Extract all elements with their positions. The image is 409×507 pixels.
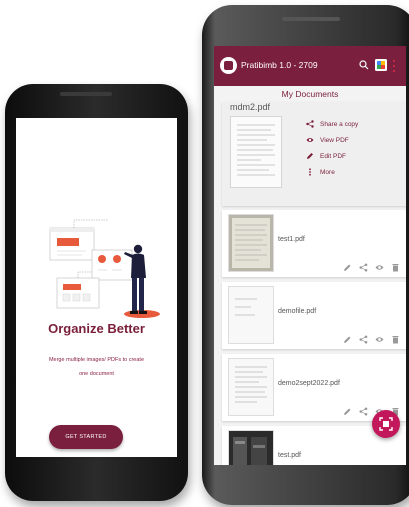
document-thumbnail[interactable]	[230, 116, 282, 188]
pencil-icon[interactable]	[343, 335, 352, 344]
pencil-icon[interactable]	[343, 263, 352, 272]
more-vertical-icon[interactable]	[392, 60, 396, 72]
document-name: demofile.pdf	[278, 308, 317, 315]
scan-document-button[interactable]	[372, 410, 400, 438]
eye-icon[interactable]	[375, 335, 384, 344]
menu-label: View PDF	[320, 136, 349, 144]
menu-label: More	[320, 168, 335, 176]
subtitle-line-2: one document	[79, 371, 114, 377]
pencil-icon	[307, 153, 313, 159]
right-phone: Pratibimb 1.0 - 2709 My Documents mdm2.p…	[202, 5, 409, 505]
expanded-document-card[interactable]: mdm2.pdf Share a copy View PDF Edit PDF …	[222, 102, 406, 206]
document-thumbnail[interactable]	[228, 358, 274, 416]
share-icon[interactable]	[359, 407, 368, 416]
section-title: My Documents	[281, 89, 339, 99]
onboarding-subtitle: Merge multiple images/ PDFs to create on…	[30, 353, 163, 381]
subtitle-line-1: Merge multiple images/ PDFs to create	[48, 357, 145, 363]
trash-icon[interactable]	[391, 263, 400, 272]
app-bar: Pratibimb 1.0 - 2709	[214, 46, 406, 86]
more-vertical-icon	[309, 168, 311, 176]
document-thumbnail[interactable]	[228, 430, 274, 465]
eye-icon	[306, 138, 314, 142]
menu-label: Edit PDF	[320, 152, 347, 160]
menu-share-copy[interactable]: Share a copy	[306, 120, 358, 128]
menu-edit-pdf[interactable]: Edit PDF	[306, 152, 346, 160]
document-card[interactable]: demofile.pdf	[222, 282, 406, 349]
pencil-icon[interactable]	[343, 407, 352, 416]
document-name: test1.pdf	[278, 236, 305, 243]
document-actions	[343, 263, 400, 272]
search-icon[interactable]	[359, 60, 369, 70]
document-thumbnail[interactable]	[228, 214, 274, 272]
menu-more[interactable]: More	[306, 168, 335, 176]
documents-screen: Pratibimb 1.0 - 2709 My Documents mdm2.p…	[214, 46, 406, 465]
document-actions	[343, 335, 400, 344]
google-drive-icon[interactable]	[375, 59, 387, 71]
share-icon	[306, 120, 314, 128]
menu-view-pdf[interactable]: View PDF	[306, 136, 349, 144]
document-card[interactable]: test1.pdf	[222, 210, 406, 277]
menu-label: Share a copy	[320, 120, 359, 128]
speaker-grille	[60, 92, 112, 96]
left-phone: Organize Better Merge multiple images/ P…	[5, 84, 188, 501]
document-name: demo2sept2022.pdf	[278, 380, 340, 387]
share-icon[interactable]	[359, 335, 368, 344]
app-logo-icon	[220, 57, 237, 74]
onboarding-screen: Organize Better Merge multiple images/ P…	[16, 118, 177, 457]
document-name: test.pdf	[278, 452, 301, 459]
document-thumbnail[interactable]	[228, 286, 274, 344]
get-started-button[interactable]: GET STARTED	[49, 425, 123, 449]
document-name: mdm2.pdf	[230, 102, 271, 112]
scan-icon	[379, 417, 393, 431]
eye-icon[interactable]	[375, 263, 384, 272]
trash-icon[interactable]	[391, 335, 400, 344]
onboarding-title: Organize Better	[48, 321, 145, 336]
app-title: Pratibimb 1.0 - 2709	[241, 60, 318, 70]
speaker-grille	[282, 17, 340, 21]
share-icon[interactable]	[359, 263, 368, 272]
organize-illustration	[49, 219, 160, 318]
